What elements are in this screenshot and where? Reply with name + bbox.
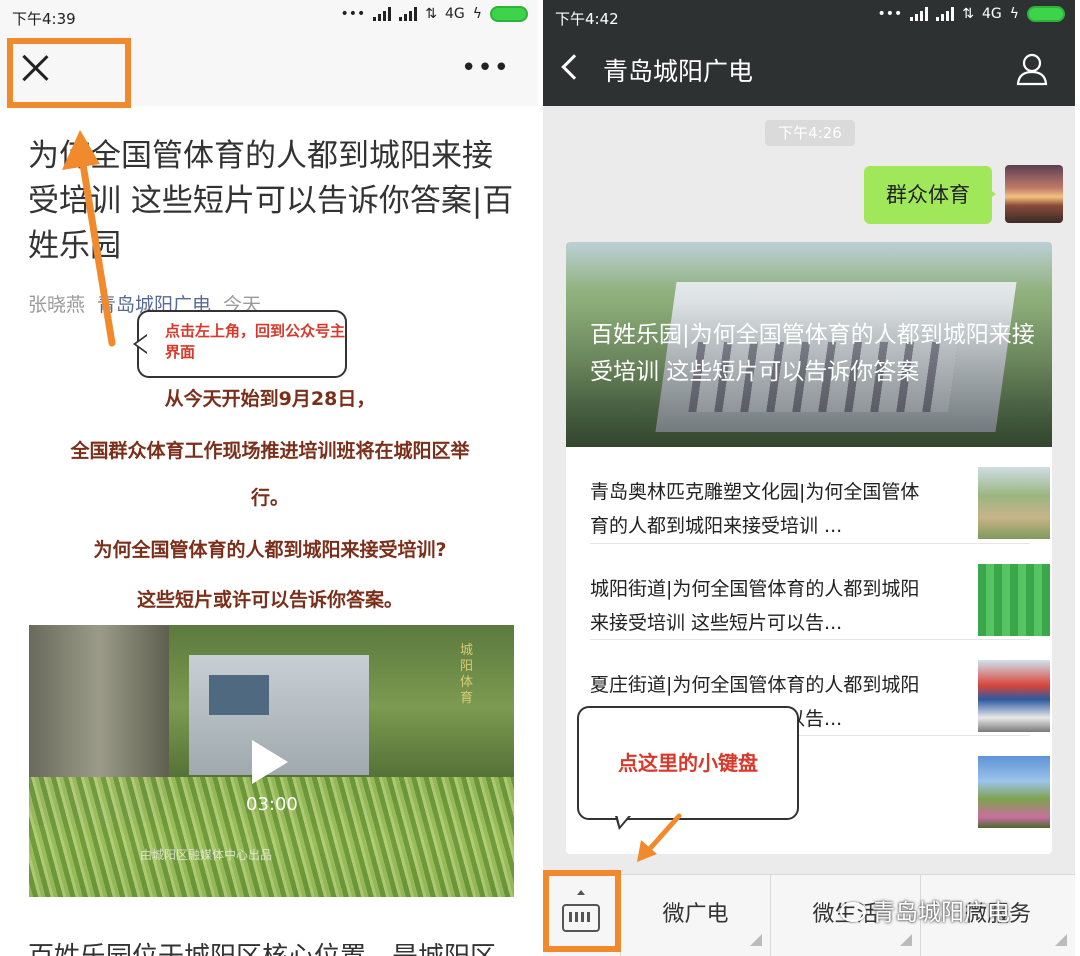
- sent-message-bubble[interactable]: 群众体育: [864, 166, 996, 224]
- battery-icon: [490, 6, 528, 22]
- watermark: 青岛城阳广电: [840, 893, 1010, 927]
- chat-timestamp: 下午4:26: [765, 120, 855, 146]
- status-bar: 下午4:39 ••• ⇅ 4G ϟ: [0, 0, 538, 34]
- signal-icon: [910, 7, 929, 21]
- signal-icon-2: [399, 7, 418, 21]
- user-icon[interactable]: [1015, 52, 1049, 86]
- dots-icon: •••: [340, 6, 366, 22]
- tip-callout-back: 点击左上角，回到公众号主界面: [133, 310, 347, 378]
- lead-line-2: 全国群众体育工作现场推进培训班将在城阳区举: [70, 440, 470, 462]
- charging-icon: ϟ: [472, 6, 482, 22]
- video-side-text: 城阳体育: [460, 643, 474, 706]
- wechat-icon: [840, 902, 866, 922]
- play-icon[interactable]: [252, 740, 288, 784]
- news-item-title: 青岛奥林匹克雕塑文化园|为何全国管体育的人都到城阳来接受培训 ...: [590, 481, 920, 537]
- menu-item-wei-guangdian[interactable]: 微广电: [621, 874, 771, 956]
- charging-icon: ϟ: [1009, 6, 1019, 22]
- status-time-right: 下午4:42: [555, 10, 619, 28]
- arrow-to-keyboard-icon: [637, 813, 682, 862]
- watermark-text: 青岛城阳广电: [872, 900, 1010, 926]
- article-screen: 下午4:39 ••• ⇅ 4G ϟ ••• 为何全国管体育的人都到城阳来接受培训…: [0, 0, 538, 956]
- battery-icon: [1027, 6, 1065, 22]
- news-item-thumbnail: [978, 564, 1050, 636]
- signal-icon-2: [936, 7, 955, 21]
- news-hero-title: 百姓乐园|为何全国管体育的人都到城阳来接受培训 这些短片可以告诉你答案: [590, 322, 1035, 385]
- network-type: 4G: [444, 6, 465, 22]
- chat-title: 青岛城阳广电: [603, 57, 754, 86]
- data-arrows-icon: ⇅: [962, 6, 974, 22]
- video-caption: 由城阳区融媒体中心出品: [140, 848, 273, 862]
- news-item[interactable]: 城阳街道|为何全国管体育的人都到城阳来接受培训 这些短片可以告...: [590, 543, 1050, 639]
- article-body-text: 百姓乐园位于城阳区核心位置，是城阳区: [28, 936, 496, 956]
- status-icons-right: ••• ⇅ 4G ϟ: [877, 6, 1065, 22]
- status-bar-right: 下午4:42 ••• ⇅ 4G ϟ: [543, 0, 1075, 34]
- lead-line-4: 为何全国管体育的人都到城阳来接受培训?: [93, 539, 447, 561]
- status-time: 下午4:39: [12, 10, 76, 28]
- status-icons: ••• ⇅ 4G ϟ: [340, 6, 528, 22]
- arrow-to-close-icon: [62, 130, 116, 347]
- highlight-box-keyboard: [543, 870, 621, 952]
- network-type-right: 4G: [981, 6, 1002, 22]
- news-item-thumbnail: [978, 467, 1050, 539]
- news-item[interactable]: 青岛奥林匹克雕塑文化园|为何全国管体育的人都到城阳来接受培训 ...: [590, 447, 1050, 543]
- dots-icon: •••: [877, 6, 903, 22]
- video-duration: 03:00: [246, 794, 298, 815]
- highlight-box-close: [7, 38, 131, 108]
- data-arrows-icon: ⇅: [425, 6, 437, 22]
- news-hero-image[interactable]: 百姓乐园|为何全国管体育的人都到城阳来接受培训 这些短片可以告诉你答案: [566, 242, 1052, 447]
- signal-icon: [373, 7, 392, 21]
- tip-callout-keyboard: 点这里的小键盘: [577, 706, 799, 830]
- more-icon[interactable]: •••: [461, 55, 510, 81]
- lead-line-1: 从今天开始到9月28日，: [164, 388, 376, 410]
- news-item-thumbnail: [978, 660, 1050, 732]
- avatar[interactable]: [1005, 165, 1063, 223]
- lead-line-5: 这些短片或许可以告诉你答案。: [136, 589, 403, 611]
- news-item-thumbnail: [978, 756, 1050, 828]
- news-item-title: 城阳街道|为何全国管体育的人都到城阳来接受培训 这些短片可以告...: [590, 578, 920, 634]
- chat-screen: 下午4:42 ••• ⇅ 4G ϟ 青岛城阳广电 下午4:26 群众体育 百姓乐…: [543, 0, 1075, 956]
- lead-line-3: 行。: [250, 487, 289, 509]
